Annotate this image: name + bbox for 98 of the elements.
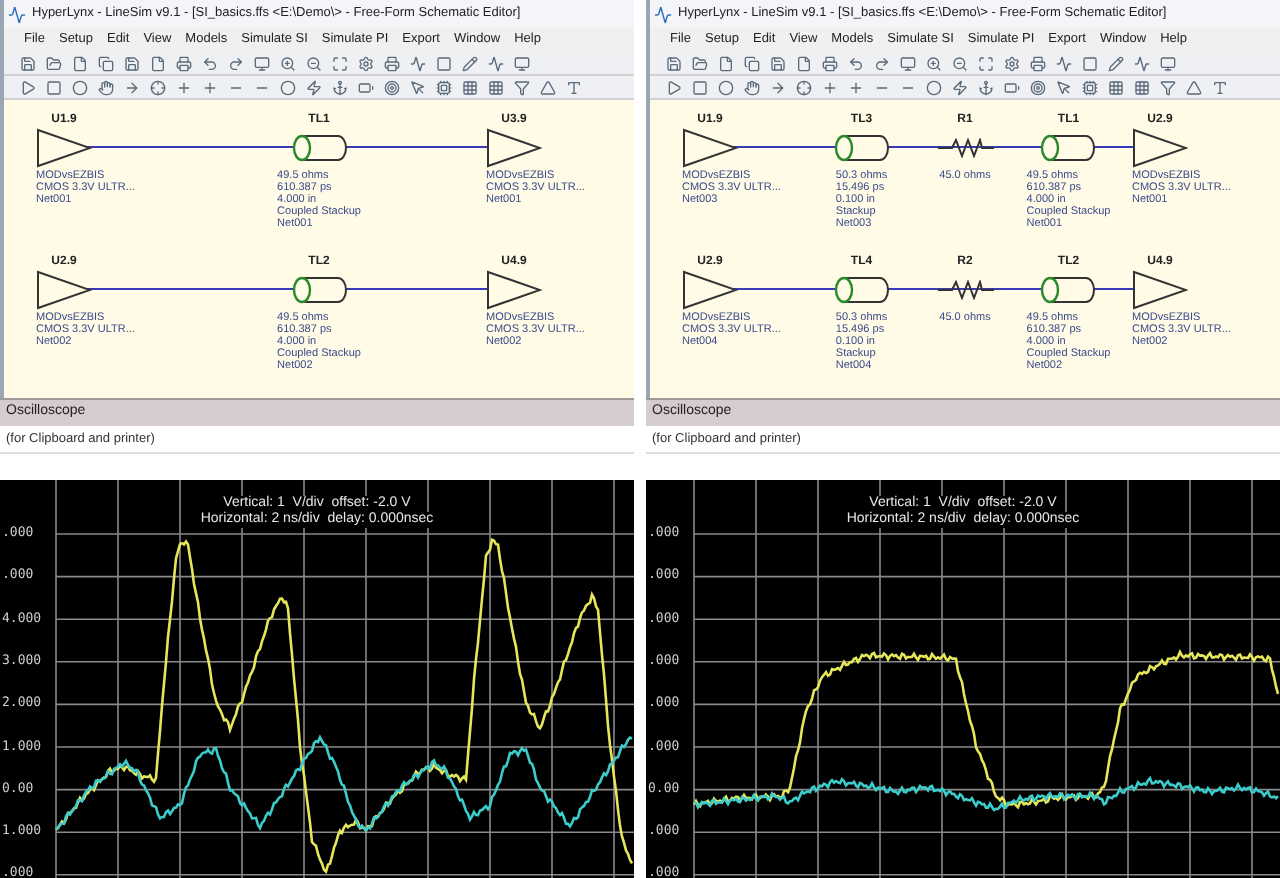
buffer-symbol bbox=[1132, 270, 1188, 310]
buffer-symbol bbox=[486, 128, 542, 168]
fit-icon[interactable] bbox=[978, 55, 994, 71]
grid-icon[interactable] bbox=[462, 79, 478, 95]
chip-icon[interactable] bbox=[1082, 79, 1098, 95]
battery-icon[interactable] bbox=[1004, 79, 1020, 95]
filter-icon[interactable] bbox=[1160, 79, 1176, 95]
play-icon[interactable] bbox=[666, 79, 682, 95]
transmission-line-symbol bbox=[1038, 276, 1099, 304]
circle-icon[interactable] bbox=[72, 79, 88, 95]
buffer-symbol bbox=[1132, 128, 1188, 168]
settings-icon[interactable] bbox=[1004, 55, 1020, 71]
copy-icon[interactable] bbox=[744, 55, 760, 71]
waveform-icon[interactable] bbox=[1056, 55, 1072, 71]
save-icon[interactable] bbox=[770, 55, 786, 71]
resistor-symbol bbox=[937, 138, 993, 158]
zap-icon[interactable] bbox=[306, 79, 322, 95]
file-icon[interactable] bbox=[796, 55, 812, 71]
resistor-symbol bbox=[937, 280, 993, 300]
triangle-icon[interactable] bbox=[540, 79, 556, 95]
redo-icon[interactable] bbox=[874, 55, 890, 71]
pointer-icon[interactable] bbox=[1056, 79, 1072, 95]
transmission-line-symbol bbox=[831, 134, 892, 162]
transmission-line-symbol bbox=[289, 134, 349, 162]
play-icon[interactable] bbox=[20, 79, 36, 95]
buffer-symbol bbox=[36, 270, 92, 310]
target-icon[interactable] bbox=[384, 79, 400, 95]
grid-icon[interactable] bbox=[1108, 79, 1124, 95]
transmission-line-symbol bbox=[831, 276, 892, 304]
app-icon bbox=[654, 5, 672, 23]
undo-icon[interactable] bbox=[202, 55, 218, 71]
file-icon[interactable] bbox=[718, 55, 734, 71]
text-tool-icon[interactable] bbox=[566, 79, 582, 95]
fit-icon[interactable] bbox=[332, 55, 348, 71]
circle-icon[interactable] bbox=[926, 79, 942, 95]
battery-icon[interactable] bbox=[358, 79, 374, 95]
arrow-icon[interactable] bbox=[124, 79, 140, 95]
plus-icon[interactable] bbox=[202, 79, 218, 95]
monitor-icon[interactable] bbox=[900, 55, 916, 71]
crosshair-icon[interactable] bbox=[150, 79, 166, 95]
zoom-in-icon[interactable] bbox=[280, 55, 296, 71]
redo-icon[interactable] bbox=[228, 55, 244, 71]
text-tool-icon[interactable] bbox=[1212, 79, 1228, 95]
circle-icon[interactable] bbox=[718, 79, 734, 95]
pointer-icon[interactable] bbox=[410, 79, 426, 95]
printer-icon[interactable] bbox=[822, 55, 838, 71]
file-icon[interactable] bbox=[72, 55, 88, 71]
monitor-icon[interactable] bbox=[254, 55, 270, 71]
pencil-icon[interactable] bbox=[1108, 55, 1124, 71]
plus-icon[interactable] bbox=[848, 79, 864, 95]
crosshair-icon[interactable] bbox=[796, 79, 812, 95]
chip-icon[interactable] bbox=[436, 79, 452, 95]
square-icon[interactable] bbox=[436, 55, 452, 71]
undo-icon[interactable] bbox=[848, 55, 864, 71]
settings-icon[interactable] bbox=[358, 55, 374, 71]
square-icon[interactable] bbox=[692, 79, 708, 95]
filter-icon[interactable] bbox=[514, 79, 530, 95]
arrow-icon[interactable] bbox=[770, 79, 786, 95]
printer-icon[interactable] bbox=[176, 55, 192, 71]
waveform-icon[interactable] bbox=[410, 55, 426, 71]
anchor-icon[interactable] bbox=[978, 79, 994, 95]
printer-icon[interactable] bbox=[1030, 55, 1046, 71]
file-icon[interactable] bbox=[150, 55, 166, 71]
zap-icon[interactable] bbox=[952, 79, 968, 95]
transmission-line-symbol bbox=[1038, 134, 1099, 162]
app-icon bbox=[8, 5, 26, 23]
target-icon[interactable] bbox=[1030, 79, 1046, 95]
folder-icon[interactable] bbox=[46, 55, 62, 71]
save-icon[interactable] bbox=[666, 55, 682, 71]
save-icon[interactable] bbox=[124, 55, 140, 71]
zoom-out-icon[interactable] bbox=[952, 55, 968, 71]
save-icon[interactable] bbox=[20, 55, 36, 71]
plus-icon[interactable] bbox=[822, 79, 838, 95]
folder-icon[interactable] bbox=[692, 55, 708, 71]
hand-icon[interactable] bbox=[98, 79, 114, 95]
monitor-icon[interactable] bbox=[1160, 55, 1176, 71]
anchor-icon[interactable] bbox=[332, 79, 348, 95]
buffer-symbol bbox=[486, 270, 542, 310]
plus-icon[interactable] bbox=[176, 79, 192, 95]
buffer-symbol bbox=[682, 128, 738, 168]
grid-icon[interactable] bbox=[1134, 79, 1150, 95]
transmission-line-symbol bbox=[289, 276, 349, 304]
printer-icon[interactable] bbox=[384, 55, 400, 71]
waveform-icon[interactable] bbox=[1134, 55, 1150, 71]
square-icon[interactable] bbox=[1082, 55, 1098, 71]
zoom-out-icon[interactable] bbox=[306, 55, 322, 71]
waveform-icon[interactable] bbox=[488, 55, 504, 71]
monitor-icon[interactable] bbox=[514, 55, 530, 71]
buffer-symbol bbox=[36, 128, 92, 168]
hand-icon[interactable] bbox=[744, 79, 760, 95]
circle-icon[interactable] bbox=[280, 79, 296, 95]
square-icon[interactable] bbox=[46, 79, 62, 95]
buffer-symbol bbox=[682, 270, 738, 310]
copy-icon[interactable] bbox=[98, 55, 114, 71]
triangle-icon[interactable] bbox=[1186, 79, 1202, 95]
zoom-in-icon[interactable] bbox=[926, 55, 942, 71]
pencil-icon[interactable] bbox=[462, 55, 478, 71]
grid-icon[interactable] bbox=[488, 79, 504, 95]
